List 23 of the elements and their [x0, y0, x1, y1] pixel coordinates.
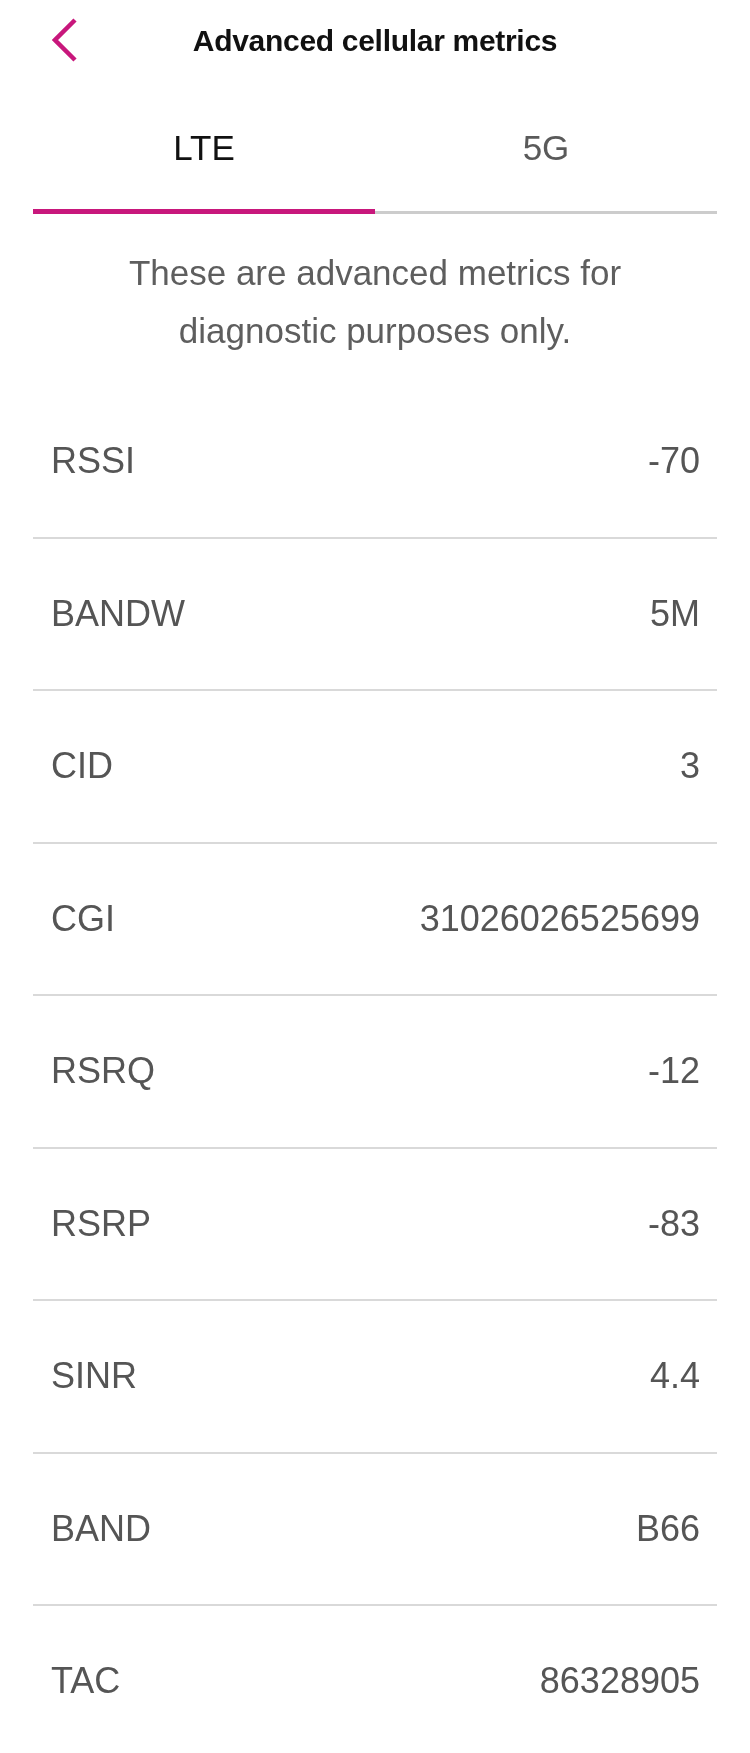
- tab[interactable]: LTE: [33, 100, 375, 214]
- metric-value: 3: [679, 745, 700, 788]
- screen-title: Advanced cellular metrics: [192, 24, 558, 58]
- description-text: These are advanced metrics for diagnostic purposes only.: [127, 252, 623, 352]
- metric-value: B66: [635, 1507, 700, 1550]
- metric-label: BAND: [51, 1507, 152, 1550]
- metric-label: RSSI: [51, 440, 136, 483]
- metric-value: 31026026525699: [419, 897, 700, 940]
- metric-value: -12: [647, 1050, 700, 1093]
- metric-value: -70: [647, 440, 700, 483]
- metric-value: -83: [647, 1202, 700, 1245]
- metric-label: CID: [51, 745, 113, 788]
- metric-label: BANDW: [51, 592, 185, 635]
- metric-label: CGI: [51, 897, 115, 940]
- metric-label: SINR: [51, 1355, 137, 1398]
- back-icon: [52, 18, 78, 62]
- metric-label: TAC: [51, 1660, 121, 1702]
- metric-label: RSRP: [51, 1202, 152, 1245]
- metric-value: 4.4: [649, 1355, 700, 1398]
- metric-value: 86328905: [539, 1660, 700, 1702]
- tab[interactable]: 5G: [375, 100, 717, 214]
- metric-value: 5M: [650, 592, 700, 635]
- metric-label: RSRQ: [51, 1050, 155, 1093]
